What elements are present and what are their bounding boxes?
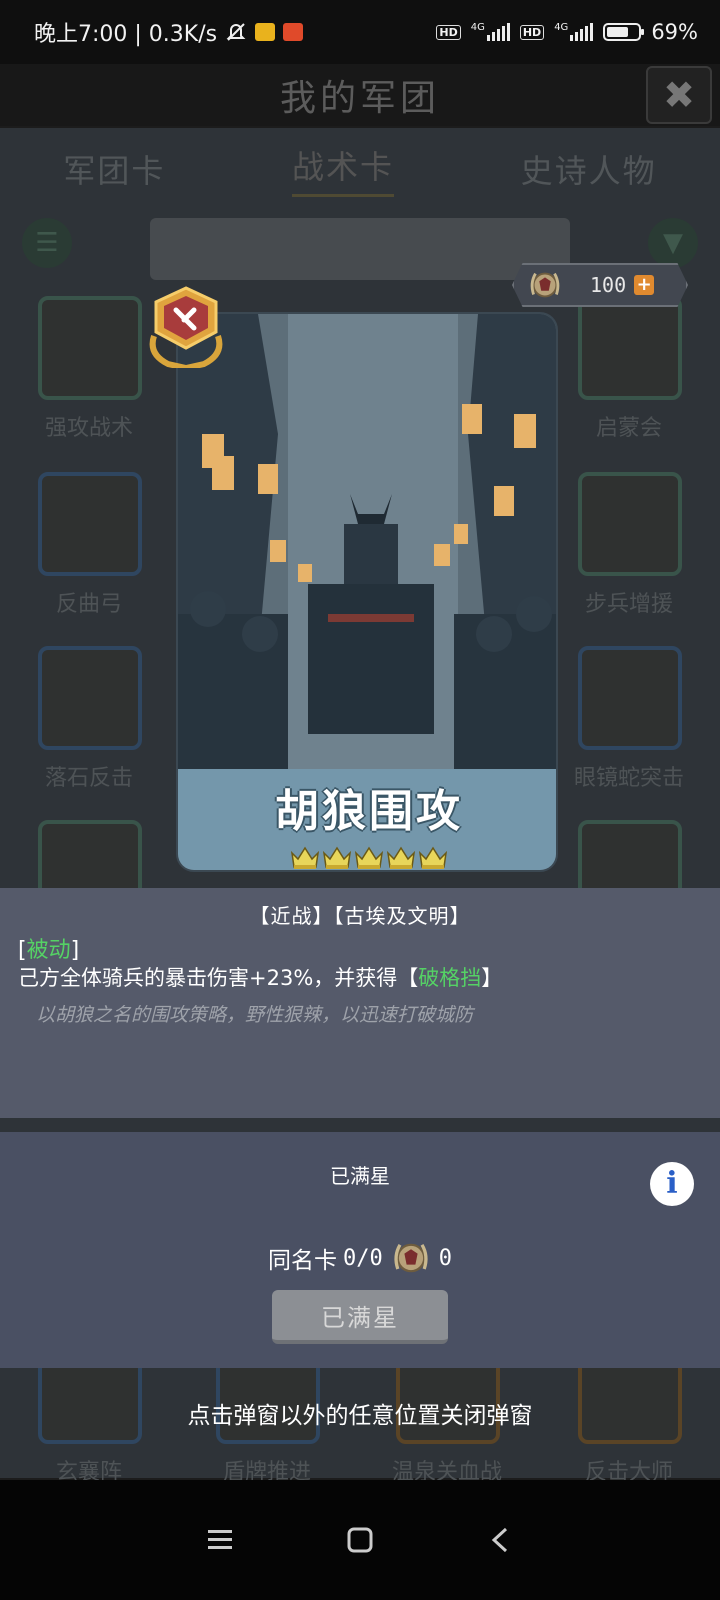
shield-sword-badge-icon xyxy=(149,286,223,368)
page-title: 我的军团 xyxy=(279,78,440,119)
effect-close-bracket: 】 xyxy=(481,966,503,990)
tab-legion-cards[interactable]: 军团卡 xyxy=(63,146,165,192)
sim2-type: 4G xyxy=(554,21,569,33)
grid-card-r2c4[interactable] xyxy=(578,472,682,576)
effect-keyword[interactable]: 破格挡 xyxy=(418,966,481,990)
crown-icon xyxy=(418,846,448,869)
app-header: 我的军团 ✖ xyxy=(0,64,720,126)
search-input[interactable] xyxy=(150,218,570,280)
mail-app-icon xyxy=(255,23,276,41)
hd-badge-1: HD xyxy=(436,24,461,40)
token-count: 100 xyxy=(590,273,627,297)
tab-bar: 军团卡 战术卡 史诗人物 xyxy=(0,128,720,210)
grid-card-r1c4[interactable] xyxy=(578,296,682,400)
status-bar: 晚上7:00 | 0.3K/s HD 4G HD 4G 69% xyxy=(0,0,720,64)
info-button[interactable]: i xyxy=(650,1162,694,1206)
close-icon: ✖ xyxy=(663,73,695,117)
battery-icon xyxy=(603,23,645,41)
tab-tactic-cards[interactable]: 战术卡 xyxy=(291,142,394,197)
effect-text: 己方全体骑兵的暴击伤害+23%，并获得【 xyxy=(18,966,419,990)
tab-epic-figures[interactable]: 史诗人物 xyxy=(521,146,657,192)
close-hint: 点击弹窗以外的任意位置关闭弹窗 xyxy=(187,1403,533,1429)
card-tags: 【近战】【古埃及文明】 xyxy=(249,904,471,928)
crown-icon xyxy=(354,846,384,869)
description-panel: 【近战】【古埃及文明】 [被动] 己方全体骑兵的暴击伤害+23%，并获得【破格挡… xyxy=(0,888,720,1118)
time-speed: 晚上7:00 | 0.3K/s xyxy=(34,22,218,47)
star-rating xyxy=(290,845,448,870)
card-name: 胡狼围攻 xyxy=(275,786,463,837)
star-status: 已满星 xyxy=(330,1164,390,1188)
crown-icon xyxy=(386,846,416,869)
grid-label-r3c1: 落石反击 xyxy=(44,766,133,791)
add-token-button[interactable]: + xyxy=(634,275,655,295)
filter-button[interactable]: ▼ xyxy=(648,218,698,268)
star-up-panel: 已满星 i 同名卡 0/0 0 已满星 xyxy=(0,1132,720,1368)
grid-label-r1c4: 启蒙会 xyxy=(595,416,662,441)
battery-percent: 69% xyxy=(651,20,698,44)
grid-card-r3c1[interactable] xyxy=(38,646,142,750)
laurel-medal-icon-small xyxy=(394,1243,428,1273)
duplicate-label: 同名卡 xyxy=(268,1248,337,1274)
sim1-type: 4G xyxy=(470,21,485,33)
grid-label-r1c1: 强攻战术 xyxy=(44,416,133,441)
listen-app-icon xyxy=(283,23,304,41)
battery-level xyxy=(607,27,629,37)
card-artwork xyxy=(178,314,556,769)
max-star-button[interactable]: 已满星 xyxy=(272,1290,448,1344)
passive-close-bracket: ] xyxy=(70,938,80,963)
info-icon: i xyxy=(666,1166,678,1201)
token-counter[interactable]: 100 + xyxy=(512,263,688,307)
passive-label-line: [被动] xyxy=(18,932,79,964)
flavor-text: 以胡狼之名的围攻策略，野性狠辣，以迅速打破城防 xyxy=(36,1004,474,1026)
token-cost: 0 xyxy=(438,1245,452,1271)
laurel-medal-icon xyxy=(530,272,560,298)
grid-label-r2c1: 反曲弓 xyxy=(55,592,122,617)
grid-card-r2c1[interactable] xyxy=(38,472,142,576)
crown-icon xyxy=(322,846,352,869)
back-icon[interactable] xyxy=(480,1520,520,1560)
grid-card-r1c1[interactable] xyxy=(38,296,142,400)
tactic-card[interactable]: 胡狼围攻 xyxy=(176,312,558,872)
hd-badge-2: HD xyxy=(519,24,545,40)
list-menu-button[interactable]: ☰ xyxy=(22,218,72,268)
list-icon: ☰ xyxy=(35,228,59,258)
signal-icon xyxy=(486,23,510,41)
signal-icon-2 xyxy=(570,23,594,41)
passive-open-bracket: [ xyxy=(18,938,27,963)
duplicate-card-row: 同名卡 0/0 0 xyxy=(0,1236,720,1280)
close-button[interactable]: ✖ xyxy=(646,66,712,124)
navigation-bar xyxy=(0,1480,720,1600)
menu-icon[interactable] xyxy=(200,1520,240,1560)
effect-line: 己方全体骑兵的暴击伤害+23%，并获得【破格挡】 xyxy=(18,962,502,992)
crown-icon xyxy=(290,846,320,869)
mute-bell-icon xyxy=(226,23,246,41)
filter-icon: ▼ xyxy=(663,228,683,258)
home-icon[interactable] xyxy=(340,1520,380,1560)
passive-label: 被动 xyxy=(26,938,71,963)
screen: 晚上7:00 | 0.3K/s HD 4G HD 4G 69% 我的军团 ✖ 军… xyxy=(0,0,720,1600)
card-name-bar: 胡狼围攻 xyxy=(178,769,556,870)
duplicate-count: 0/0 xyxy=(343,1245,383,1271)
grid-label-r3c4: 眼镜蛇突击 xyxy=(573,766,684,791)
grid-card-r3c4[interactable] xyxy=(578,646,682,750)
grid-label-r2c4: 步兵增援 xyxy=(584,592,673,617)
